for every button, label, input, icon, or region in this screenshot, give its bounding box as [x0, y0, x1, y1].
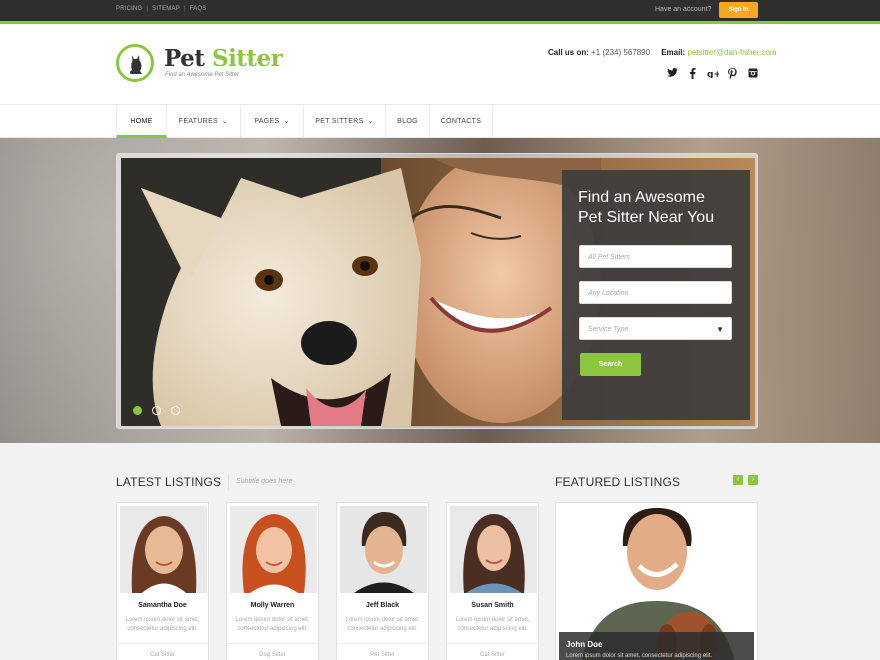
latest-listings-title: LATEST LISTINGS: [116, 475, 222, 489]
facebook-icon[interactable]: [687, 68, 698, 80]
nav-features[interactable]: FEATURES ⌄: [167, 105, 241, 138]
main-nav: HOME FEATURES ⌄ PAGES ⌄ PET SITTERS ⌄ BLOG …: [0, 104, 880, 138]
pinterest-icon[interactable]: [727, 68, 738, 80]
listing-card[interactable]: Samantha Doe Lorem ipsum dolor sit amet,…: [116, 502, 209, 660]
chevron-down-icon: ⌄: [283, 118, 290, 125]
listing-desc: Lorem ipsum dolor sit amet, consectetur …: [345, 617, 420, 632]
signin-button[interactable]: Sign In: [719, 2, 758, 18]
avatar: [450, 506, 537, 593]
listing-category: Cat Sitter: [117, 643, 208, 658]
listing-card[interactable]: Susan Smith Lorem ipsum dolor sit amet, …: [446, 502, 539, 660]
hero-photo: Find an Awesome Pet Sitter Near You All …: [121, 158, 755, 426]
listing-desc: Lorem ipsum dolor sit amet, consectetur …: [455, 617, 530, 632]
avatar: [230, 506, 317, 593]
account-text: Have an account?: [655, 6, 712, 13]
social-links: g+: [667, 68, 758, 80]
featured-card[interactable]: John Doe Lorem ipsum dolor sit amet, con…: [555, 502, 758, 660]
email-label: Email:: [661, 48, 686, 57]
listing-desc: Lorem ipsum dolor sit amet, consectetur …: [235, 617, 310, 632]
avatar: [120, 506, 207, 593]
search-button[interactable]: Search: [580, 353, 641, 376]
search-panel-title: Find an Awesome Pet Sitter Near You: [578, 189, 715, 226]
featured-caption: John Doe Lorem ipsum dolor sit amet, con…: [559, 632, 754, 660]
listing-category: Pet Sitter: [337, 643, 428, 658]
listing-category: Cat Sitter: [447, 643, 538, 658]
location-input[interactable]: Any Location: [579, 281, 732, 304]
nav-home[interactable]: HOME: [116, 105, 167, 138]
contact-info: Call us on: +1 (234) 567890 Email: petsi…: [548, 48, 776, 57]
phone-number: +1 (234) 567890: [591, 48, 651, 57]
slide-dot-1[interactable]: [133, 406, 142, 415]
nav-pet-sitters[interactable]: PET SITTERS ⌄: [304, 105, 386, 138]
next-arrow-icon[interactable]: ›: [748, 475, 758, 485]
hero-section: Find an Awesome Pet Sitter Near You All …: [0, 138, 880, 443]
prev-arrow-icon[interactable]: ‹: [733, 475, 743, 485]
search-panel: Find an Awesome Pet Sitter Near You All …: [562, 170, 750, 420]
listing-name[interactable]: Samantha Doe: [117, 602, 208, 609]
avatar: [340, 506, 427, 593]
nav-blog[interactable]: BLOG: [386, 105, 430, 138]
slide-dot-3[interactable]: [171, 406, 180, 415]
top-bar: PRICING | SITEMAP | FAQS Have an account? Si…: [0, 0, 880, 21]
slide-dot-2[interactable]: [152, 406, 161, 415]
tagline: Find an Awesome Pet Sitter: [165, 72, 240, 78]
listing-card[interactable]: Jeff Black Lorem ipsum dolor sit amet, c…: [336, 502, 429, 660]
pricing-link[interactable]: PRICING: [116, 6, 142, 12]
featured-desc: Lorem ipsum dolor sit amet, consectetur …: [566, 653, 713, 659]
listing-category: Dog Sitter: [227, 643, 318, 658]
google-plus-icon[interactable]: g+: [707, 68, 721, 80]
hero-slider: Find an Awesome Pet Sitter Near You All …: [116, 153, 758, 429]
faqs-link[interactable]: FAQS: [190, 6, 207, 12]
email-link[interactable]: petsitter@dan-fisher.com: [687, 48, 776, 57]
call-label: Call us on:: [548, 48, 589, 57]
service-type-select[interactable]: Service Type ▼: [579, 317, 732, 340]
sitemap-link[interactable]: SITEMAP: [152, 6, 180, 12]
nav-contacts[interactable]: CONTACTS: [430, 105, 493, 138]
dropdown-caret-icon: ▼: [716, 325, 724, 334]
site-header: Pet Sitter Find an Awesome Pet Sitter Ca…: [0, 24, 880, 104]
twitter-icon[interactable]: [667, 68, 678, 80]
latest-listings-subtitle: Subtitle goes here: [228, 474, 292, 490]
chevron-down-icon: ⌄: [222, 118, 229, 125]
listing-name[interactable]: Susan Smith: [447, 602, 538, 609]
featured-name[interactable]: John Doe: [566, 640, 602, 649]
nav-pages[interactable]: PAGES ⌄: [241, 105, 304, 138]
logo-cat-icon[interactable]: [116, 44, 154, 82]
listing-card[interactable]: Molly Warren Lorem ipsum dolor sit amet,…: [226, 502, 319, 660]
pet-sitters-input[interactable]: All Pet Sitters: [579, 245, 732, 268]
instagram-icon[interactable]: [747, 68, 758, 80]
slider-dots: [133, 406, 180, 415]
brand-name[interactable]: Pet Sitter: [164, 45, 283, 72]
svg-text:g+: g+: [707, 70, 719, 78]
chevron-down-icon: ⌄: [367, 118, 374, 125]
top-links: PRICING | SITEMAP | FAQS: [116, 6, 207, 12]
listing-name[interactable]: Molly Warren: [227, 602, 318, 609]
listing-desc: Lorem ipsum dolor sit amet, consectetur …: [125, 617, 200, 632]
featured-listings-title: FEATURED LISTINGS: [555, 475, 681, 489]
listing-name[interactable]: Jeff Black: [337, 602, 428, 609]
